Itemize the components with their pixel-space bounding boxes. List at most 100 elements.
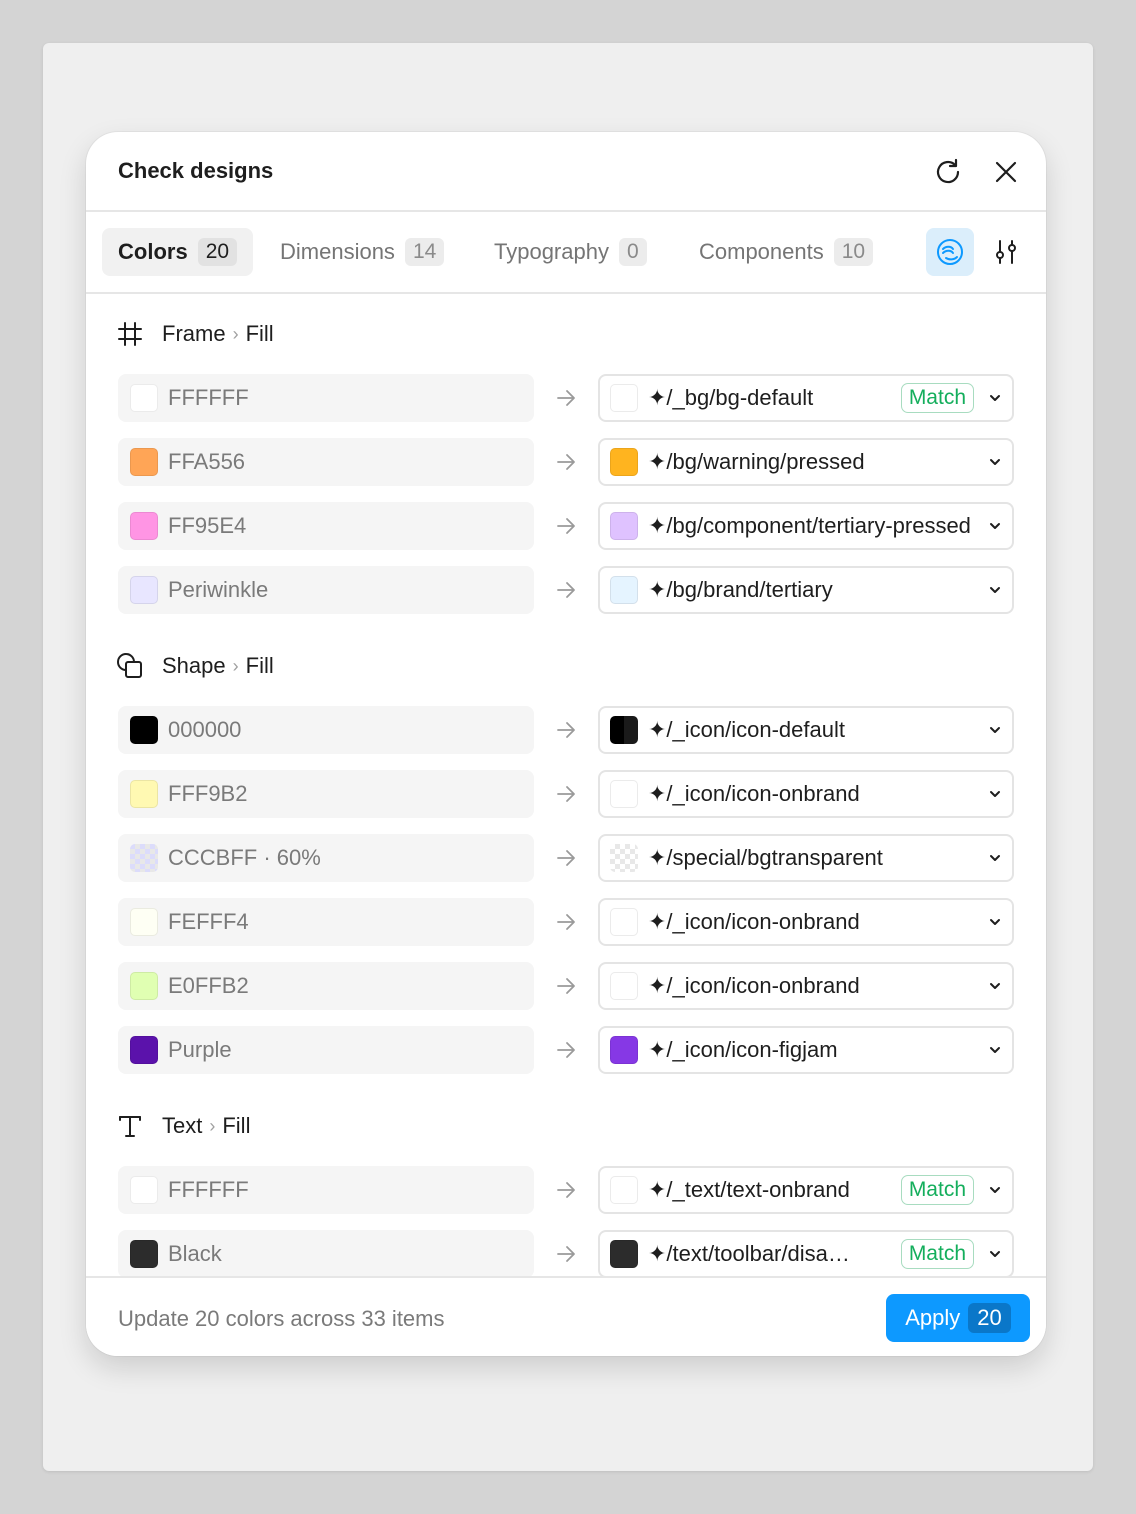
target-variable-name: ✦/special/bgtransparent — [648, 845, 883, 870]
section-property: Fill — [222, 1113, 251, 1138]
target-variable-name: ✦/text/toolbar/disa… — [648, 1241, 850, 1266]
source-color[interactable]: 000000 — [118, 706, 534, 754]
arrow-right-icon — [554, 514, 578, 538]
target-swatch — [610, 908, 638, 936]
source-color[interactable]: Black — [118, 1230, 534, 1276]
target-variable-select[interactable]: ✦/bg/component/tertiary-pressed — [598, 502, 1014, 550]
target-swatch — [610, 844, 638, 872]
target-variable-name: ✦/_icon/icon-onbrand — [648, 781, 860, 806]
library-button[interactable] — [926, 228, 974, 276]
chevron-down-icon[interactable] — [978, 504, 1012, 548]
color-row: Purple ✦/_icon/icon-figjam — [118, 1026, 1014, 1074]
refresh-icon[interactable] — [928, 152, 968, 192]
dialog-title: Check designs — [118, 158, 274, 183]
source-color[interactable]: Purple — [118, 1026, 534, 1074]
target-variable-select[interactable]: ✦/special/bgtransparent — [598, 834, 1014, 882]
target-variable-select[interactable]: ✦/_icon/icon-onbrand — [598, 770, 1014, 818]
apply-label: Apply — [905, 1305, 961, 1330]
chevron-right-icon: › — [232, 323, 239, 344]
sliders-icon — [996, 240, 1016, 264]
source-color[interactable]: FF95E4 — [118, 502, 534, 550]
tab-count: 10 — [833, 238, 874, 266]
target-swatch — [610, 448, 638, 476]
target-variable-name: ✦/_icon/icon-onbrand — [648, 909, 860, 934]
chevron-down-icon[interactable] — [978, 900, 1012, 944]
source-swatch — [130, 716, 158, 744]
source-swatch — [130, 972, 158, 1000]
library-icon — [937, 239, 963, 265]
shape-icon — [114, 650, 146, 682]
source-color[interactable]: FEFFF4 — [118, 898, 534, 946]
source-swatch — [130, 384, 158, 412]
tab-dimensions[interactable]: Dimensions 14 — [264, 228, 460, 276]
color-row: Periwinkle ✦/bg/brand/tertiary — [118, 566, 1014, 614]
chevron-down-icon[interactable] — [978, 772, 1012, 816]
match-badge: Match — [900, 1175, 974, 1205]
chevron-down-icon[interactable] — [978, 376, 1012, 420]
source-swatch — [130, 512, 158, 540]
chevron-down-icon[interactable] — [978, 568, 1012, 612]
target-swatch — [610, 1036, 638, 1064]
source-color-label: Black — [168, 1241, 222, 1266]
tab-typography[interactable]: Typography 0 — [478, 228, 663, 276]
source-color-label: E0FFB2 — [168, 973, 249, 998]
section-header-text: Text › Fill — [118, 1106, 250, 1146]
chevron-down-icon[interactable] — [978, 1028, 1012, 1072]
target-variable-name: ✦/bg/warning/pressed — [648, 449, 865, 474]
arrow-right-icon — [554, 718, 578, 742]
source-color[interactable]: CCCBFF · 60% — [118, 834, 534, 882]
source-color[interactable]: Periwinkle — [118, 566, 534, 614]
chevron-down-icon[interactable] — [978, 440, 1012, 484]
apply-button[interactable]: Apply 20 — [886, 1294, 1030, 1342]
source-swatch — [130, 448, 158, 476]
target-variable-select[interactable]: ✦/_icon/icon-default — [598, 706, 1014, 754]
target-variable-select[interactable]: ✦/bg/brand/tertiary — [598, 566, 1014, 614]
tab-components[interactable]: Components 10 — [683, 228, 889, 276]
source-color-label: FFA556 — [168, 449, 246, 474]
apply-count: 20 — [968, 1303, 1011, 1333]
chevron-down-icon[interactable] — [978, 1168, 1012, 1212]
source-color[interactable]: FFFFFF — [118, 374, 534, 422]
tab-label: Dimensions — [280, 239, 395, 264]
arrow-right-icon — [554, 910, 578, 934]
color-row: 000000 ✦/_icon/icon-default — [118, 706, 1014, 754]
target-swatch — [610, 972, 638, 1000]
frame-icon — [114, 318, 146, 350]
tab-colors[interactable]: Colors 20 — [102, 228, 254, 276]
chevron-down-icon[interactable] — [978, 1232, 1012, 1276]
source-color[interactable]: FFA556 — [118, 438, 534, 486]
chevron-down-icon[interactable] — [978, 836, 1012, 880]
source-color[interactable]: FFF9B2 — [118, 770, 534, 818]
target-variable-select[interactable]: ✦/text/toolbar/disa… Match — [598, 1230, 1014, 1276]
arrow-right-icon — [554, 1242, 578, 1266]
close-icon[interactable] — [986, 152, 1026, 192]
target-variable-select[interactable]: ✦/_icon/icon-onbrand — [598, 962, 1014, 1010]
chevron-down-icon[interactable] — [978, 964, 1012, 1008]
source-color-label: 000000 — [168, 717, 242, 742]
target-swatch — [610, 716, 638, 744]
source-color-label: FEFFF4 — [168, 909, 249, 934]
target-swatch — [610, 384, 638, 412]
source-swatch — [130, 844, 158, 872]
target-variable-name: ✦/_icon/icon-default — [648, 717, 845, 742]
target-swatch — [610, 576, 638, 604]
target-variable-name: ✦/bg/brand/tertiary — [648, 577, 833, 602]
section-property: Fill — [245, 321, 274, 346]
color-row: FEFFF4 ✦/_icon/icon-onbrand — [118, 898, 1014, 946]
section-name: Text — [162, 1113, 203, 1138]
source-color[interactable]: E0FFB2 — [118, 962, 534, 1010]
target-variable-select[interactable]: ✦/_text/text-onbrand Match — [598, 1166, 1014, 1214]
target-variable-select[interactable]: ✦/_icon/icon-figjam — [598, 1026, 1014, 1074]
settings-button[interactable] — [982, 228, 1030, 276]
section-property: Fill — [245, 653, 274, 678]
chevron-down-icon[interactable] — [978, 708, 1012, 752]
target-variable-select[interactable]: ✦/bg/warning/pressed — [598, 438, 1014, 486]
tab-count: 0 — [618, 238, 647, 266]
tab-label: Colors — [118, 239, 188, 264]
target-variable-select[interactable]: ✦/_bg/bg-default Match — [598, 374, 1014, 422]
color-row: FFF9B2 ✦/_icon/icon-onbrand — [118, 770, 1014, 818]
chevron-right-icon: › — [209, 1115, 216, 1136]
source-color[interactable]: FFFFFF — [118, 1166, 534, 1214]
target-variable-select[interactable]: ✦/_icon/icon-onbrand — [598, 898, 1014, 946]
color-list[interactable]: Frame › Fill FFFFFF ✦/_bg/bg-default Match FFA… — [86, 294, 1046, 1276]
